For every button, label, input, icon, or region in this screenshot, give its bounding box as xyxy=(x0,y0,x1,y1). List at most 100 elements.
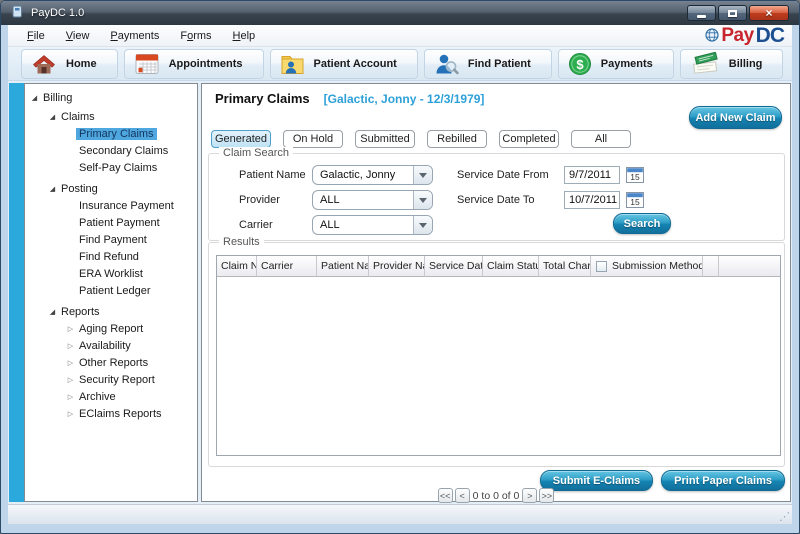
tab-completed[interactable]: Completed xyxy=(499,130,559,148)
toolbar-button-label: Billing xyxy=(729,58,763,70)
maximize-button[interactable] xyxy=(718,5,747,21)
tab-on-hold[interactable]: On Hold xyxy=(283,130,343,148)
tree-expanded-icon[interactable]: ◢ xyxy=(47,185,58,193)
column-header-provider-name[interactable]: Provider Name xyxy=(369,256,425,277)
tree-item-label: Reports xyxy=(58,306,103,318)
tree-collapsed-icon[interactable]: ▷ xyxy=(65,342,76,350)
claim-search-group: Claim Search Patient Name Galactic, Jonn… xyxy=(208,153,785,241)
toolbar-button-label: Find Patient xyxy=(468,58,531,70)
tree-item-label: Posting xyxy=(58,183,101,195)
home-toolbar-button[interactable]: Home xyxy=(21,49,118,79)
tree-item-label: Availability xyxy=(76,340,134,352)
tree-collapsed-icon[interactable]: ▷ xyxy=(65,325,76,333)
minimize-button[interactable] xyxy=(687,5,716,21)
tree-expanded-icon[interactable]: ◢ xyxy=(29,94,40,102)
sidebar-item-archive[interactable]: ▷Archive xyxy=(25,388,197,405)
sidebar-item-insurance-payment[interactable]: Insurance Payment xyxy=(25,197,197,214)
tree-collapsed-icon[interactable]: ▷ xyxy=(65,393,76,401)
sidebar-accent-bar xyxy=(9,83,24,502)
close-button[interactable]: × xyxy=(749,5,789,21)
calendar-icon xyxy=(134,52,160,76)
provider-select[interactable]: ALL xyxy=(312,190,433,210)
tree-collapsed-icon[interactable]: ▷ xyxy=(65,410,76,418)
sidebar-item-availability[interactable]: ▷Availability xyxy=(25,337,197,354)
service-date-to-label: Service Date To xyxy=(457,194,534,206)
sidebar-item-eclaims-reports[interactable]: ▷EClaims Reports xyxy=(25,405,197,422)
menu-payments[interactable]: Payments xyxy=(101,27,168,45)
patient-account-toolbar-button[interactable]: Patient Account xyxy=(270,49,418,79)
logo-text-dc: DC xyxy=(756,24,784,48)
sidebar-item-claims[interactable]: ◢Claims xyxy=(25,108,197,125)
sidebar-item-find-payment[interactable]: Find Payment xyxy=(25,231,197,248)
menu-view[interactable]: View xyxy=(57,27,99,45)
sidebar-item-primary-claims[interactable]: Primary Claims xyxy=(25,125,197,142)
page-title: Primary Claims xyxy=(215,91,310,106)
tree-expanded-icon[interactable]: ◢ xyxy=(47,308,58,316)
tab-generated[interactable]: Generated xyxy=(211,130,271,148)
column-header-submission-method[interactable]: Submission Method xyxy=(591,256,703,277)
pagination-prev-button[interactable]: < xyxy=(455,488,470,503)
claim-status-tabs: Generated On Hold Submitted Rebilled Complet… xyxy=(211,130,631,148)
receipt-icon xyxy=(690,52,720,76)
sidebar-item-self-pay-claims[interactable]: Self-Pay Claims xyxy=(25,159,197,176)
patient-name-select[interactable]: Galactic, Jonny xyxy=(312,165,433,185)
results-legend: Results xyxy=(219,236,264,248)
svg-text:15: 15 xyxy=(630,172,640,182)
column-header-claim-no[interactable]: Claim No. xyxy=(217,256,257,277)
carrier-select[interactable]: ALL xyxy=(312,215,433,235)
home-icon xyxy=(31,52,57,75)
service-date-from-input[interactable] xyxy=(564,166,620,184)
pagination-next-button[interactable]: > xyxy=(522,488,537,503)
sidebar-item-era-worklist[interactable]: ERA Worklist xyxy=(25,265,197,282)
menu-file[interactable]: File xyxy=(18,27,54,45)
service-date-to-input[interactable] xyxy=(564,191,620,209)
menu-help[interactable]: Help xyxy=(224,27,265,45)
tab-submitted[interactable]: Submitted xyxy=(355,130,415,148)
payments-toolbar-button[interactable]: $Payments xyxy=(558,49,674,79)
sidebar-item-patient-payment[interactable]: Patient Payment xyxy=(25,214,197,231)
tree-expanded-icon[interactable]: ◢ xyxy=(47,113,58,121)
select-all-checkbox[interactable] xyxy=(596,261,607,272)
column-header-carrier[interactable]: Carrier xyxy=(257,256,317,277)
sidebar-item-security-report[interactable]: ▷Security Report xyxy=(25,371,197,388)
tree-collapsed-icon[interactable]: ▷ xyxy=(65,359,76,367)
tree-collapsed-icon[interactable]: ▷ xyxy=(65,376,76,384)
toolbar: Home AppointmentsPatient Account Find Pati… xyxy=(8,47,792,81)
sidebar-item-patient-ledger[interactable]: Patient Ledger xyxy=(25,282,197,299)
column-header-claim-status[interactable]: Claim Status xyxy=(483,256,539,277)
sidebar-item-reports[interactable]: ◢Reports xyxy=(25,303,197,320)
chevron-down-icon xyxy=(413,191,432,209)
resize-grip[interactable]: ⋰ xyxy=(779,512,790,523)
find-patient-toolbar-button[interactable]: Find Patient xyxy=(424,49,552,79)
billing-toolbar-button[interactable]: Billing xyxy=(680,49,784,79)
service-date-from-calendar-icon[interactable]: 15 xyxy=(625,167,644,184)
add-new-claim-button[interactable]: Add New Claim xyxy=(689,106,782,129)
column-header-service-date[interactable]: Service Date xyxy=(425,256,483,277)
column-header-total-charges[interactable]: Total Charges( xyxy=(539,256,591,277)
pagination-last-button[interactable]: >> xyxy=(539,488,554,503)
pagination-first-button[interactable]: << xyxy=(438,488,453,503)
appointments-toolbar-button[interactable]: Appointments xyxy=(124,49,264,79)
column-header-patient-name[interactable]: Patient Name xyxy=(317,256,369,277)
title-bar[interactable]: PayDC 1.0 × xyxy=(1,1,799,25)
sidebar-item-posting[interactable]: ◢Posting xyxy=(25,180,197,197)
tab-all[interactable]: All xyxy=(571,130,631,148)
sidebar-item-find-refund[interactable]: Find Refund xyxy=(25,248,197,265)
search-button[interactable]: Search xyxy=(613,213,671,234)
tree-item-label: Patient Payment xyxy=(76,217,163,229)
toolbar-button-label: Home xyxy=(66,58,97,70)
sidebar-item-billing[interactable]: ◢Billing xyxy=(25,89,197,106)
minimize-icon xyxy=(697,15,706,18)
page-header: Primary Claims [Galactic, Jonny - 12/3/19… xyxy=(215,91,484,106)
menu-forms[interactable]: Forms xyxy=(171,27,220,45)
provider-label: Provider xyxy=(239,194,280,206)
column-header-blank[interactable] xyxy=(703,256,719,277)
sidebar-item-aging-report[interactable]: ▷Aging Report xyxy=(25,320,197,337)
tree-item-label: Security Report xyxy=(76,374,158,386)
tab-rebilled[interactable]: Rebilled xyxy=(427,130,487,148)
sidebar-item-secondary-claims[interactable]: Secondary Claims xyxy=(25,142,197,159)
service-date-to-calendar-icon[interactable]: 15 xyxy=(625,192,644,209)
menu-bar: FileViewPaymentsFormsHelp PayDC xyxy=(8,25,792,47)
sidebar-item-other-reports[interactable]: ▷Other Reports xyxy=(25,354,197,371)
patient-context: [Galactic, Jonny - 12/3/1979] xyxy=(324,92,485,106)
